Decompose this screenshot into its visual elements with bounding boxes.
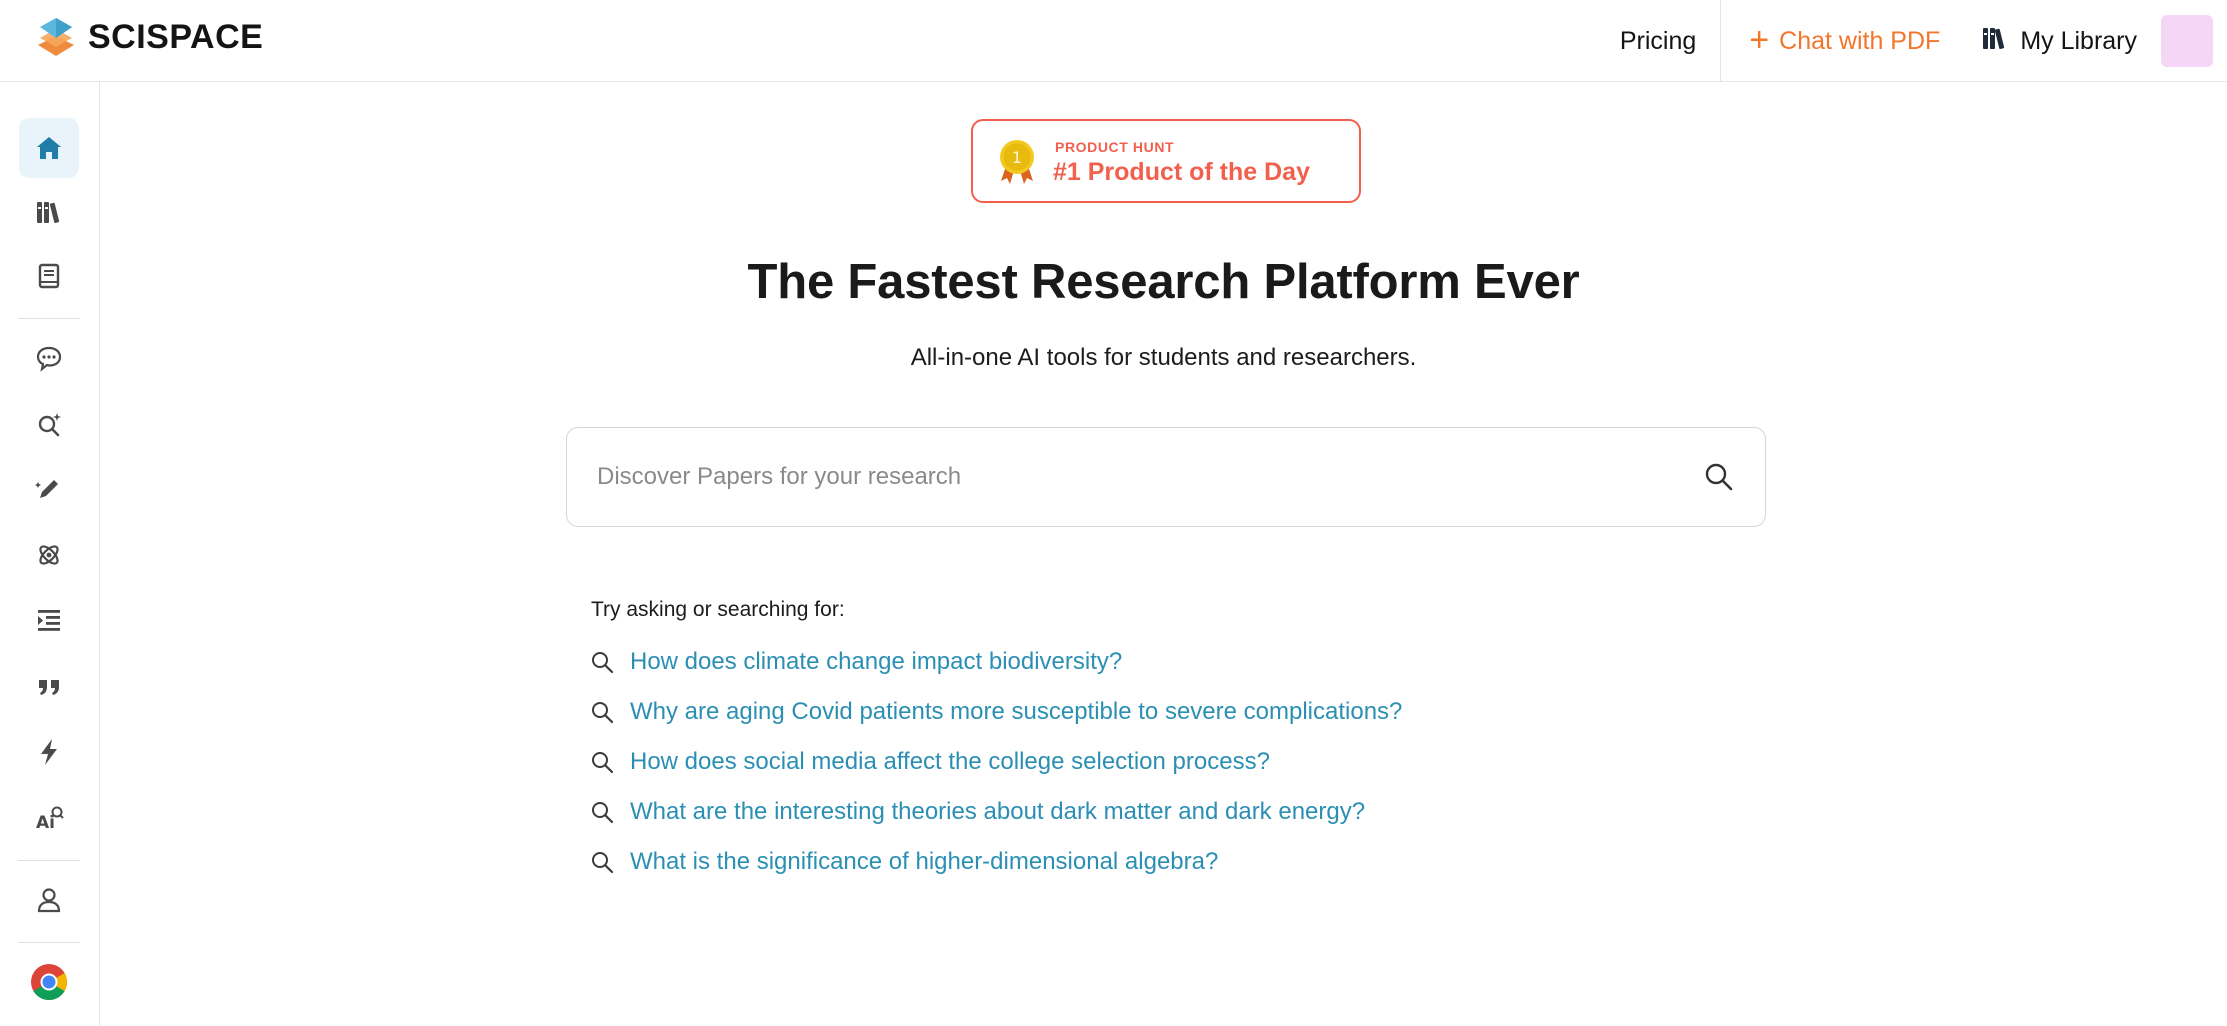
search-icon	[592, 752, 614, 774]
search-icon[interactable]	[1703, 461, 1735, 493]
search-sparkle-icon	[38, 413, 61, 437]
my-library-label: My Library	[2020, 26, 2137, 55]
sidebar-item-citation[interactable]	[19, 656, 79, 716]
svg-text:Ai: Ai	[36, 813, 55, 833]
svg-text:1: 1	[1012, 148, 1022, 167]
suggestion-text: How does climate change impact biodivers…	[630, 648, 1123, 675]
chat-with-pdf-label: Chat with PDF	[1779, 26, 1941, 55]
books-icon	[37, 202, 60, 223]
sidebar-item-chrome-extension[interactable]	[19, 952, 79, 1012]
sidebar: Ai	[0, 82, 100, 1026]
top-bar: SCISPACE Pricing + Chat with PDF My Libr…	[0, 0, 2227, 82]
sidebar-divider	[18, 860, 80, 861]
lightning-icon	[41, 739, 57, 765]
sidebar-item-literature-review[interactable]	[19, 394, 79, 454]
suggestion-text: What are the interesting theories about …	[630, 798, 1366, 825]
search-icon	[592, 852, 614, 874]
page-subtitle: All-in-one AI tools for students and res…	[910, 344, 1417, 371]
header-nav: Pricing + Chat with PDF My Library	[1596, 0, 2227, 82]
suggestion-item[interactable]: How does social media affect the college…	[590, 737, 1402, 787]
search-icon	[592, 652, 614, 674]
home-icon	[37, 137, 61, 159]
badge-kicker: PRODUCT HUNT	[1055, 139, 1175, 155]
pen-icon	[35, 480, 58, 498]
medal-icon: 1	[997, 137, 1037, 192]
logo-icon	[36, 16, 76, 58]
search-bar[interactable]	[566, 427, 1766, 527]
sidebar-item-ai-writer[interactable]: Ai	[19, 788, 79, 848]
sidebar-item-profile[interactable]	[19, 870, 79, 930]
scispace-logo[interactable]: SCISPACE	[36, 16, 263, 58]
suggestion-item[interactable]: Why are aging Covid patients more suscep…	[590, 687, 1402, 737]
sidebar-item-ai-detector[interactable]	[19, 722, 79, 782]
atom-icon	[39, 545, 59, 565]
my-library-button[interactable]: My Library	[1968, 0, 2161, 82]
indent-list-icon	[38, 610, 60, 631]
suggestion-text: How does social media affect the college…	[630, 748, 1270, 775]
user-icon	[37, 888, 61, 913]
sidebar-item-extract-data[interactable]	[19, 525, 79, 585]
books-icon	[1982, 25, 2008, 58]
plus-icon: +	[1749, 21, 1770, 59]
sidebar-item-writer[interactable]	[19, 459, 79, 519]
badge-title: #1 Product of the Day	[1053, 158, 1310, 186]
search-input[interactable]	[597, 428, 1667, 525]
sidebar-item-library[interactable]	[19, 182, 79, 242]
suggestion-text: What is the significance of higher-dimen…	[630, 848, 1219, 875]
brand-name: SCISPACE	[88, 18, 264, 56]
sidebar-item-home[interactable]	[19, 118, 79, 178]
sidebar-item-paraphraser[interactable]	[19, 590, 79, 650]
suggestions-label: Try asking or searching for:	[591, 598, 845, 621]
page-title: The Fastest Research Platform Ever	[747, 255, 1580, 309]
avatar[interactable]	[2161, 15, 2213, 67]
chat-with-pdf-button[interactable]: + Chat with PDF	[1721, 0, 1968, 82]
suggestion-item[interactable]: How does climate change impact biodivers…	[590, 637, 1402, 687]
suggestion-item[interactable]: What are the interesting theories about …	[590, 787, 1402, 837]
sidebar-divider	[18, 942, 80, 943]
pricing-link[interactable]: Pricing	[1596, 0, 1722, 82]
suggestions-list: How does climate change impact biodivers…	[590, 637, 1402, 887]
quote-icon	[39, 680, 59, 695]
search-icon	[592, 702, 614, 724]
suggestion-text: Why are aging Covid patients more suscep…	[630, 698, 1403, 725]
suggestion-item[interactable]: What is the significance of higher-dimen…	[590, 837, 1402, 887]
ai-search-icon: Ai	[36, 806, 64, 833]
sidebar-divider	[18, 318, 80, 319]
product-hunt-badge[interactable]: 1 PRODUCT HUNT #1 Product of the Day	[971, 119, 1361, 203]
chrome-icon	[31, 964, 68, 1001]
search-icon	[592, 802, 614, 824]
